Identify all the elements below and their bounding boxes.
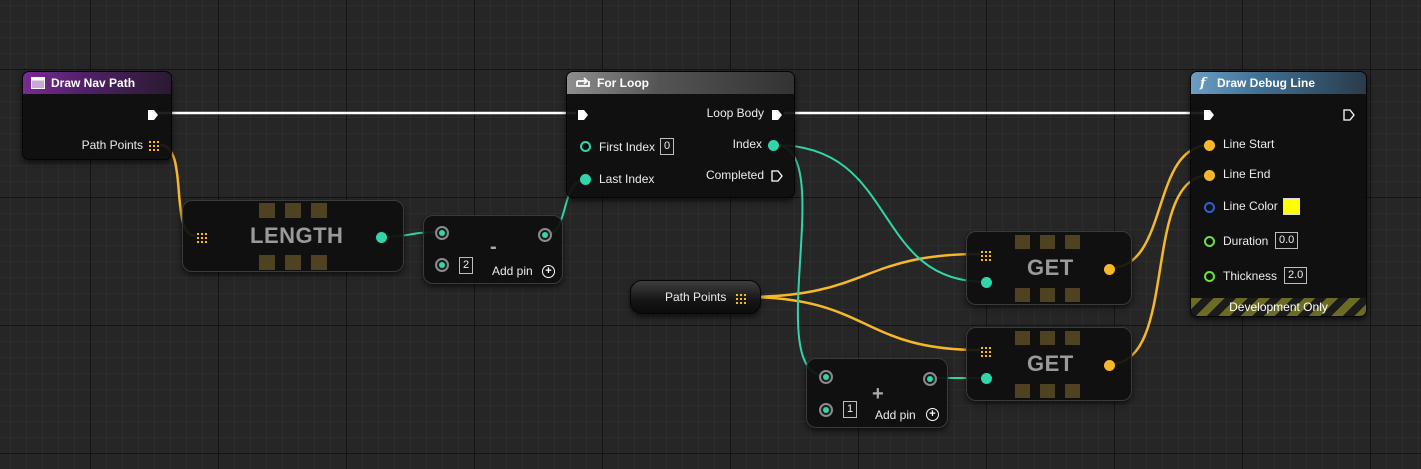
duration-value[interactable]: 0.0 (1275, 232, 1299, 249)
thickness-value[interactable]: 2.0 (1284, 267, 1308, 284)
line-color-label: Line Color (1223, 199, 1278, 213)
first-index-pin[interactable] (580, 141, 591, 152)
draw-nav-path-exec-out-pin[interactable] (147, 108, 159, 120)
add-add-pin-label[interactable]: Add pin (875, 408, 916, 422)
for-loop-title: For Loop (597, 76, 649, 90)
thickness-label: Thickness (1223, 269, 1278, 283)
subtract-symbol: - (490, 236, 497, 258)
first-index-value[interactable]: 0 (660, 138, 675, 155)
length-title: LENGTH (250, 223, 344, 248)
completed-exec-out-pin[interactable] (771, 169, 783, 182)
line-start-label: Line Start (1223, 137, 1275, 151)
line-start-pin[interactable] (1204, 140, 1215, 151)
draw-nav-path-node[interactable]: Draw Nav Path Path Points (22, 71, 172, 160)
get-node-1[interactable]: GET (966, 231, 1132, 305)
subtract-a-pin[interactable] (435, 226, 449, 240)
add-add-pin-icon[interactable]: + (926, 408, 939, 421)
development-only-label: Development Only (1229, 300, 1328, 314)
get1-out-pin[interactable] (1104, 264, 1115, 275)
draw-nav-path-header[interactable]: Draw Nav Path (23, 72, 171, 94)
get1-deco-bot-2 (1040, 288, 1055, 302)
add-symbol: + (872, 383, 884, 405)
get1-deco-top-2 (1040, 235, 1055, 249)
for-loop-exec-in-pin[interactable] (577, 108, 589, 120)
for-loop-header[interactable]: For Loop (567, 72, 794, 94)
get2-out-pin[interactable] (1104, 360, 1115, 371)
get1-deco-bot-3 (1065, 288, 1080, 302)
draw-debug-line-node[interactable]: f Draw Debug Line Line Start Line End Li… (1190, 71, 1367, 317)
length-deco-top-2 (285, 203, 301, 218)
draw-debug-line-title: Draw Debug Line (1217, 76, 1316, 90)
duration-label: Duration (1223, 234, 1269, 248)
add-a-pin[interactable] (819, 370, 833, 384)
add-b-value[interactable]: 1 (843, 401, 858, 418)
completed-label: Completed (705, 168, 764, 182)
development-only-footer: Development Only (1191, 298, 1366, 316)
subtract-add-pin-icon[interactable]: + (542, 265, 555, 278)
get1-deco-top-3 (1065, 235, 1080, 249)
index-out-pin[interactable] (768, 140, 779, 151)
loop-body-exec-out-pin[interactable] (771, 108, 783, 120)
duration-pin[interactable] (1204, 236, 1215, 247)
function-icon: f (1199, 76, 1211, 90)
get1-title: GET (1027, 255, 1074, 280)
first-index-label: First Index (599, 140, 656, 154)
last-index-pin[interactable] (580, 174, 591, 185)
line-color-swatch[interactable] (1283, 198, 1300, 215)
add-b-pin[interactable] (819, 403, 833, 417)
line-color-pin[interactable] (1204, 202, 1215, 213)
get2-deco-top-1 (1015, 331, 1030, 345)
length-deco-bot-3 (311, 255, 327, 270)
path-points-variable-label: Path Points (665, 290, 727, 304)
get1-index-in-pin[interactable] (981, 277, 992, 288)
get2-array-in-pin[interactable] (980, 346, 991, 357)
draw-debug-line-exec-in-pin[interactable] (1203, 108, 1215, 120)
svg-text:f: f (1199, 76, 1208, 90)
path-points-array-pin[interactable] (148, 140, 159, 151)
path-points-variable-out-pin[interactable] (735, 293, 746, 304)
line-end-label: Line End (1223, 167, 1271, 181)
path-points-label: Path Points (81, 138, 143, 152)
subtract-add-pin-label[interactable]: Add pin (492, 264, 533, 278)
draw-debug-line-exec-out-pin[interactable] (1343, 108, 1355, 121)
for-loop-node[interactable]: For Loop Loop Body First Index 0 Index L… (566, 71, 795, 198)
add-node[interactable]: + 1 Add pin + (806, 358, 948, 428)
subtract-node[interactable]: - 2 Add pin + (423, 215, 563, 284)
get-node-2[interactable]: GET (966, 327, 1132, 401)
add-out-pin[interactable] (923, 372, 937, 386)
get2-title: GET (1027, 351, 1074, 376)
index-label: Index (732, 137, 762, 151)
get1-deco-top-1 (1015, 235, 1030, 249)
loop-body-label: Loop Body (706, 106, 764, 120)
subtract-out-pin[interactable] (538, 228, 552, 242)
length-array-in-pin[interactable] (196, 232, 207, 243)
get2-deco-top-2 (1040, 331, 1055, 345)
wire-pathpointsvar-to-get2 (744, 295, 981, 352)
loop-icon (575, 76, 591, 90)
path-points-variable-node[interactable]: Path Points (630, 280, 761, 314)
event-window-icon (31, 77, 45, 89)
wire-pathpointsvar-to-get1 (744, 252, 981, 299)
subtract-b-value[interactable]: 2 (459, 257, 474, 274)
length-deco-top-3 (311, 203, 327, 218)
get2-deco-bot-1 (1015, 384, 1030, 398)
length-deco-top-1 (259, 203, 275, 218)
get1-array-in-pin[interactable] (980, 250, 991, 261)
wire-index-to-get1 (774, 144, 987, 283)
subtract-b-pin[interactable] (435, 258, 449, 272)
draw-nav-path-title: Draw Nav Path (51, 76, 136, 90)
get2-index-in-pin[interactable] (981, 373, 992, 384)
draw-debug-line-header[interactable]: f Draw Debug Line (1191, 72, 1366, 94)
length-deco-bot-1 (259, 255, 275, 270)
length-deco-bot-2 (285, 255, 301, 270)
thickness-pin[interactable] (1204, 271, 1215, 282)
length-node[interactable]: LENGTH (182, 200, 404, 272)
get1-deco-bot-1 (1015, 288, 1030, 302)
get2-deco-bot-2 (1040, 384, 1055, 398)
get2-deco-bot-3 (1065, 384, 1080, 398)
line-end-pin[interactable] (1204, 170, 1215, 181)
last-index-label: Last Index (599, 172, 655, 186)
get2-deco-top-3 (1065, 331, 1080, 345)
length-out-pin[interactable] (376, 232, 387, 243)
